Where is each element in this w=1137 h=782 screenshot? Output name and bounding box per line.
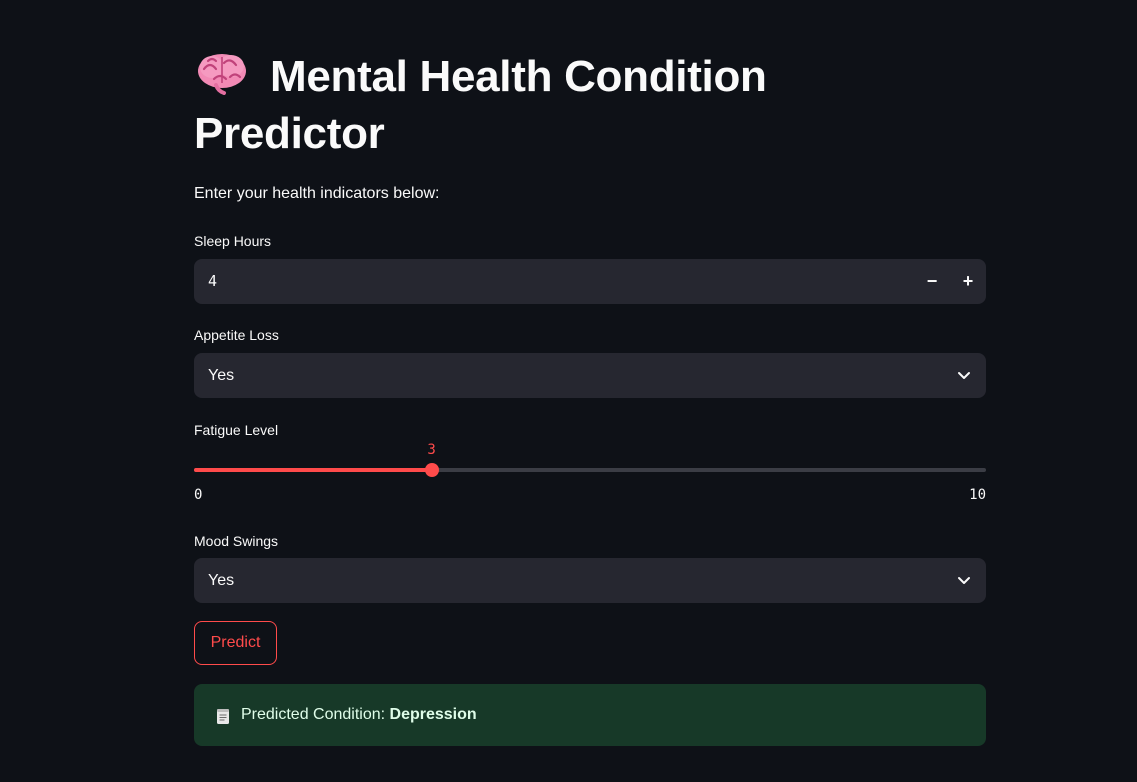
slider-max-label: 10 bbox=[969, 487, 986, 503]
slider-fill bbox=[194, 468, 432, 472]
result-text: Predicted Condition: Depression bbox=[241, 684, 477, 746]
appetite-loss-select[interactable]: Yes bbox=[194, 353, 986, 398]
sleep-hours-label: Sleep Hours bbox=[194, 233, 272, 249]
predicted-condition: Depression bbox=[389, 706, 477, 723]
chevron-down-icon[interactable] bbox=[956, 367, 972, 383]
slider-value: 3 bbox=[427, 442, 436, 458]
page-title: Mental Health Condition Predictor bbox=[194, 48, 986, 162]
sleep-hours-value[interactable]: 4 bbox=[208, 259, 217, 304]
scroll-icon bbox=[217, 709, 229, 724]
brain-icon bbox=[194, 51, 250, 95]
appetite-loss-label: Appetite Loss bbox=[194, 327, 279, 343]
subtitle: Enter your health indicators below: bbox=[194, 185, 440, 202]
predict-button[interactable]: Predict bbox=[194, 621, 277, 665]
fatigue-level-slider[interactable]: 3 bbox=[194, 442, 986, 477]
increment-button[interactable]: + bbox=[950, 259, 986, 304]
decrement-button[interactable]: − bbox=[914, 259, 950, 304]
fatigue-level-label: Fatigue Level bbox=[194, 422, 279, 438]
result-prefix: Predicted Condition: bbox=[241, 706, 390, 723]
mood-swings-select[interactable]: Yes bbox=[194, 558, 986, 603]
chevron-down-icon[interactable] bbox=[956, 572, 972, 588]
mood-swings-label: Mood Swings bbox=[194, 533, 279, 549]
sleep-hours-input[interactable]: 4 − + bbox=[194, 259, 986, 304]
appetite-loss-value: Yes bbox=[208, 367, 235, 384]
slider-min-label: 0 bbox=[194, 487, 203, 503]
mood-swings-value: Yes bbox=[208, 572, 235, 589]
title-line-1: Mental Health Condition bbox=[270, 52, 767, 101]
title-line-2: Predictor bbox=[194, 109, 385, 158]
result-alert: Predicted Condition: Depression bbox=[194, 684, 986, 746]
slider-thumb[interactable] bbox=[424, 463, 439, 477]
